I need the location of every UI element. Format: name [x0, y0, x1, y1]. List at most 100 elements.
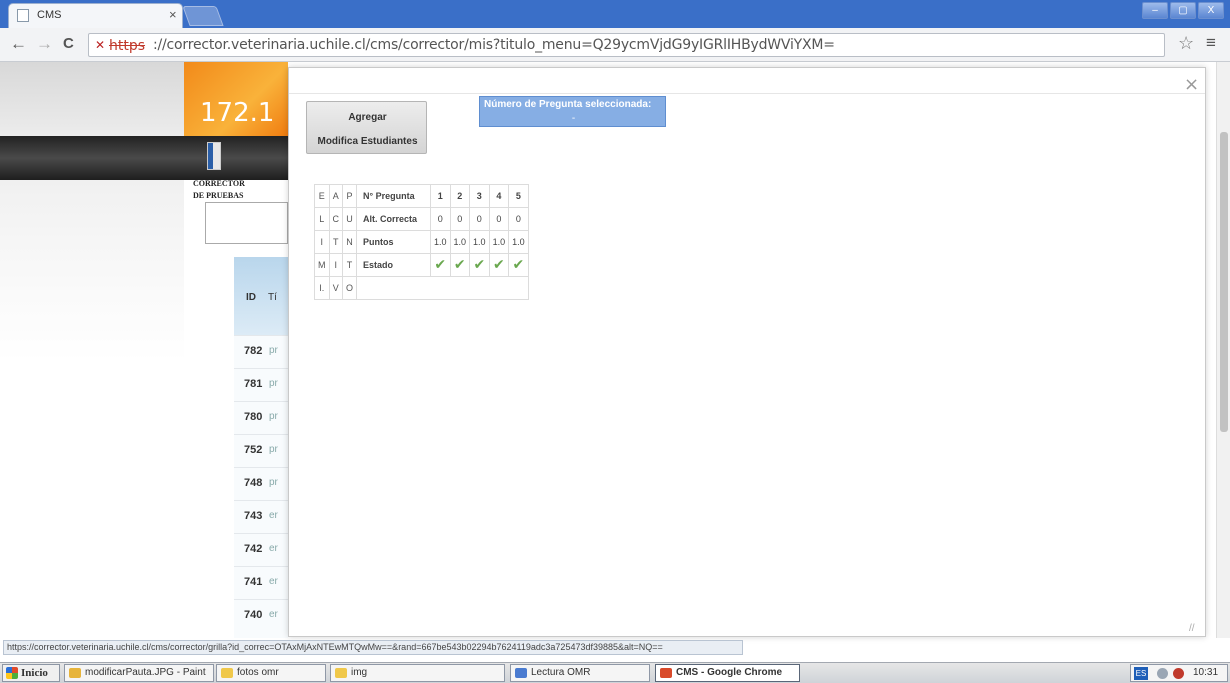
row-id: 782: [244, 345, 263, 357]
row-title[interactable]: pr: [269, 477, 278, 488]
question-number[interactable]: 3: [469, 184, 490, 208]
row-id: 743: [244, 510, 263, 522]
selected-question-value: -: [571, 113, 576, 124]
puntos-cell: 1.0: [469, 230, 490, 254]
close-icon[interactable]: ×: [1184, 74, 1199, 95]
grid-row: L C U Alt. Correcta 0 0 0 0 0: [314, 207, 529, 231]
forward-icon[interactable]: →: [36, 35, 53, 53]
tab-cms[interactable]: CMS ×: [8, 3, 183, 28]
estado-cell: ✔: [488, 253, 510, 277]
new-tab-button[interactable]: [182, 6, 224, 26]
start-label: Inicio: [21, 667, 48, 679]
table-row[interactable]: 741 er: [234, 566, 288, 599]
scrollbar-thumb[interactable]: [1220, 132, 1228, 432]
table-row[interactable]: 752 pr: [234, 434, 288, 467]
grid-row-label: Estado: [356, 253, 432, 277]
row-id: 740: [244, 609, 263, 621]
vertical-letter: C: [328, 207, 343, 231]
corrector-label-line2: DE PRUEBAS: [193, 191, 244, 200]
window-titlebar: CMS × – ▢ X: [0, 0, 1230, 28]
resize-handle-icon[interactable]: //: [1189, 623, 1195, 634]
table-row[interactable]: 740 er: [234, 599, 288, 632]
row-title[interactable]: pr: [269, 345, 278, 356]
row-title[interactable]: pr: [269, 378, 278, 389]
agregar-button[interactable]: Agregar: [307, 112, 428, 123]
table-row[interactable]: 780 pr: [234, 401, 288, 434]
empty-panel: [205, 202, 288, 244]
table-row[interactable]: 743 er: [234, 500, 288, 533]
questions-grid: E A P N° Pregunta 1 2 3 4 5 L C U Alt. Correcta 0 0 0 0 0…: [314, 184, 529, 300]
menu-icon[interactable]: ≡: [1206, 34, 1216, 52]
vertical-letter: I: [314, 230, 330, 254]
taskbar-item-label: img: [351, 667, 368, 678]
network-icon[interactable]: [1157, 668, 1168, 679]
puntos-cell: 1.0: [430, 230, 451, 254]
vertical-letter: I.: [314, 276, 330, 300]
row-title[interactable]: er: [269, 576, 278, 587]
vertical-letter: A: [328, 184, 343, 208]
insecure-lock-icon: ✕: [95, 38, 106, 52]
table-row[interactable]: 782 pr: [234, 335, 288, 368]
grid-row: I T N Puntos 1.0 1.0 1.0 1.0 1.0: [314, 230, 529, 254]
taskbar-item[interactable]: img: [330, 664, 505, 682]
table-header: [234, 257, 288, 335]
back-icon[interactable]: ←: [10, 35, 27, 53]
row-title[interactable]: er: [269, 543, 278, 554]
minimize-button[interactable]: –: [1142, 2, 1168, 19]
row-title[interactable]: er: [269, 510, 278, 521]
vertical-scrollbar[interactable]: [1216, 62, 1230, 638]
tab-title: CMS: [37, 9, 62, 21]
question-number[interactable]: 4: [488, 184, 510, 208]
selected-question-label: Número de Pregunta seleccionada:: [484, 99, 652, 110]
app-icon: [660, 668, 672, 678]
grid-empty-cell: [356, 276, 529, 300]
question-number[interactable]: 1: [430, 184, 451, 208]
modifica-estudiantes-button[interactable]: Modifica Estudiantes: [307, 136, 428, 147]
taskbar-item-label: Lectura OMR: [531, 667, 591, 678]
taskbar-item[interactable]: fotos omr: [216, 664, 326, 682]
status-bar-url: https://corrector.veterinaria.uchile.cl/…: [3, 640, 743, 655]
row-id: 741: [244, 576, 263, 588]
row-id: 748: [244, 477, 263, 489]
reload-icon[interactable]: C: [63, 35, 74, 53]
taskbar-item[interactable]: CMS - Google Chrome: [655, 664, 800, 682]
question-number[interactable]: 2: [449, 184, 471, 208]
row-title[interactable]: pr: [269, 411, 278, 422]
grid-row: M I T Estado ✔ ✔ ✔ ✔ ✔: [314, 253, 529, 277]
question-number[interactable]: 5: [508, 184, 529, 208]
row-title[interactable]: pr: [269, 444, 278, 455]
row-id: 781: [244, 378, 263, 390]
grid-row-label: Alt. Correcta: [356, 207, 432, 231]
row-id: 780: [244, 411, 263, 423]
vertical-letter: O: [341, 276, 358, 300]
taskbar-item[interactable]: modificarPauta.JPG - Paint: [64, 664, 214, 682]
tab-close-icon[interactable]: ×: [169, 7, 177, 22]
app-icon: [221, 668, 233, 678]
alt_correcta-cell: 0: [449, 207, 471, 231]
alt_correcta-cell: 0: [430, 207, 451, 231]
start-button[interactable]: Inicio: [2, 664, 60, 682]
taskbar-item[interactable]: Lectura OMR: [510, 664, 650, 682]
corrector-label[interactable]: CORRECTOR DE PRUEBAS: [193, 178, 245, 202]
book-icon[interactable]: [207, 142, 221, 170]
checkmark-icon: ✔: [492, 257, 505, 273]
table-row[interactable]: 781 pr: [234, 368, 288, 401]
windows-logo-icon: [6, 667, 18, 679]
language-indicator[interactable]: ES: [1134, 667, 1148, 680]
vertical-letter: M: [314, 253, 330, 277]
modal-divider: [289, 93, 1205, 94]
close-window-button[interactable]: X: [1198, 2, 1224, 19]
table-row[interactable]: 742 er: [234, 533, 288, 566]
maximize-button[interactable]: ▢: [1170, 2, 1196, 19]
table-row[interactable]: 748 pr: [234, 467, 288, 500]
vertical-letter: V: [328, 276, 343, 300]
system-tray: ES 10:31: [1130, 664, 1228, 682]
antivirus-icon[interactable]: [1173, 668, 1184, 679]
grid-row: E A P N° Pregunta 1 2 3 4 5: [314, 184, 529, 208]
vertical-letter: E: [314, 184, 330, 208]
bookmark-star-icon[interactable]: ☆: [1178, 34, 1194, 52]
row-title[interactable]: er: [269, 609, 278, 620]
address-bar[interactable]: ✕ https ://corrector.veterinaria.uchile.…: [88, 33, 1165, 57]
puntos-cell: 1.0: [449, 230, 471, 254]
vertical-letter: P: [341, 184, 358, 208]
